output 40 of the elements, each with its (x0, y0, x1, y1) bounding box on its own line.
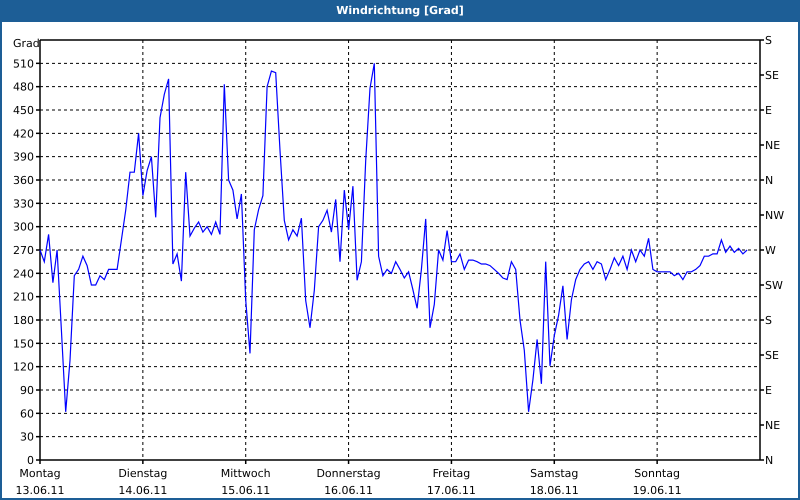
axis-label: 480 (13, 80, 34, 94)
axis-title: Grad (13, 37, 40, 50)
day-label: Sonntag 19.06.11 (632, 466, 683, 499)
axis-label: 390 (13, 150, 34, 164)
axis-label: 90 (20, 384, 34, 397)
axis-label: 270 (13, 244, 34, 257)
axis-label: 360 (13, 174, 34, 187)
axis-label: 180 (13, 314, 34, 327)
axis-label: 300 (13, 220, 34, 234)
compass-label: SW (765, 279, 783, 292)
compass-label: NE (765, 139, 780, 152)
compass-label: SE (765, 69, 779, 82)
compass-label: NE (765, 419, 780, 432)
axis-label: 210 (13, 290, 34, 304)
compass-label: S (765, 314, 772, 327)
day-label: Dienstag 14.06.11 (117, 466, 168, 499)
axis-label: 120 (13, 360, 34, 374)
compass-label: SE (765, 349, 779, 362)
axis-label: 240 (13, 267, 34, 280)
compass-label: E (765, 104, 772, 117)
axis-label: 420 (13, 127, 34, 140)
compass-label: N (765, 454, 774, 467)
axis-label: 30 (20, 430, 34, 444)
window-title: Windrichtung [Grad] (0, 0, 800, 22)
axis-label: 330 (13, 197, 34, 210)
day-label: Montag 13.06.11 (14, 466, 66, 499)
axis-label: 0 (27, 454, 34, 467)
day-label: Mittwoch 15.06.11 (220, 466, 272, 499)
day-label: Donnerstag 16.06.11 (315, 466, 382, 499)
axis-label: 450 (13, 104, 34, 117)
compass-label: W (765, 244, 776, 257)
axis-label: 60 (20, 407, 34, 420)
day-label: Freitag 17.06.11 (426, 466, 477, 499)
axis-label: 150 (13, 337, 34, 350)
compass-label: E (765, 384, 772, 397)
compass-label: S (765, 34, 772, 47)
compass-label: NW (765, 209, 784, 222)
day-label: Samstag 18.06.11 (528, 466, 580, 499)
axis-label: 510 (13, 57, 34, 70)
compass-label: N (765, 174, 774, 187)
